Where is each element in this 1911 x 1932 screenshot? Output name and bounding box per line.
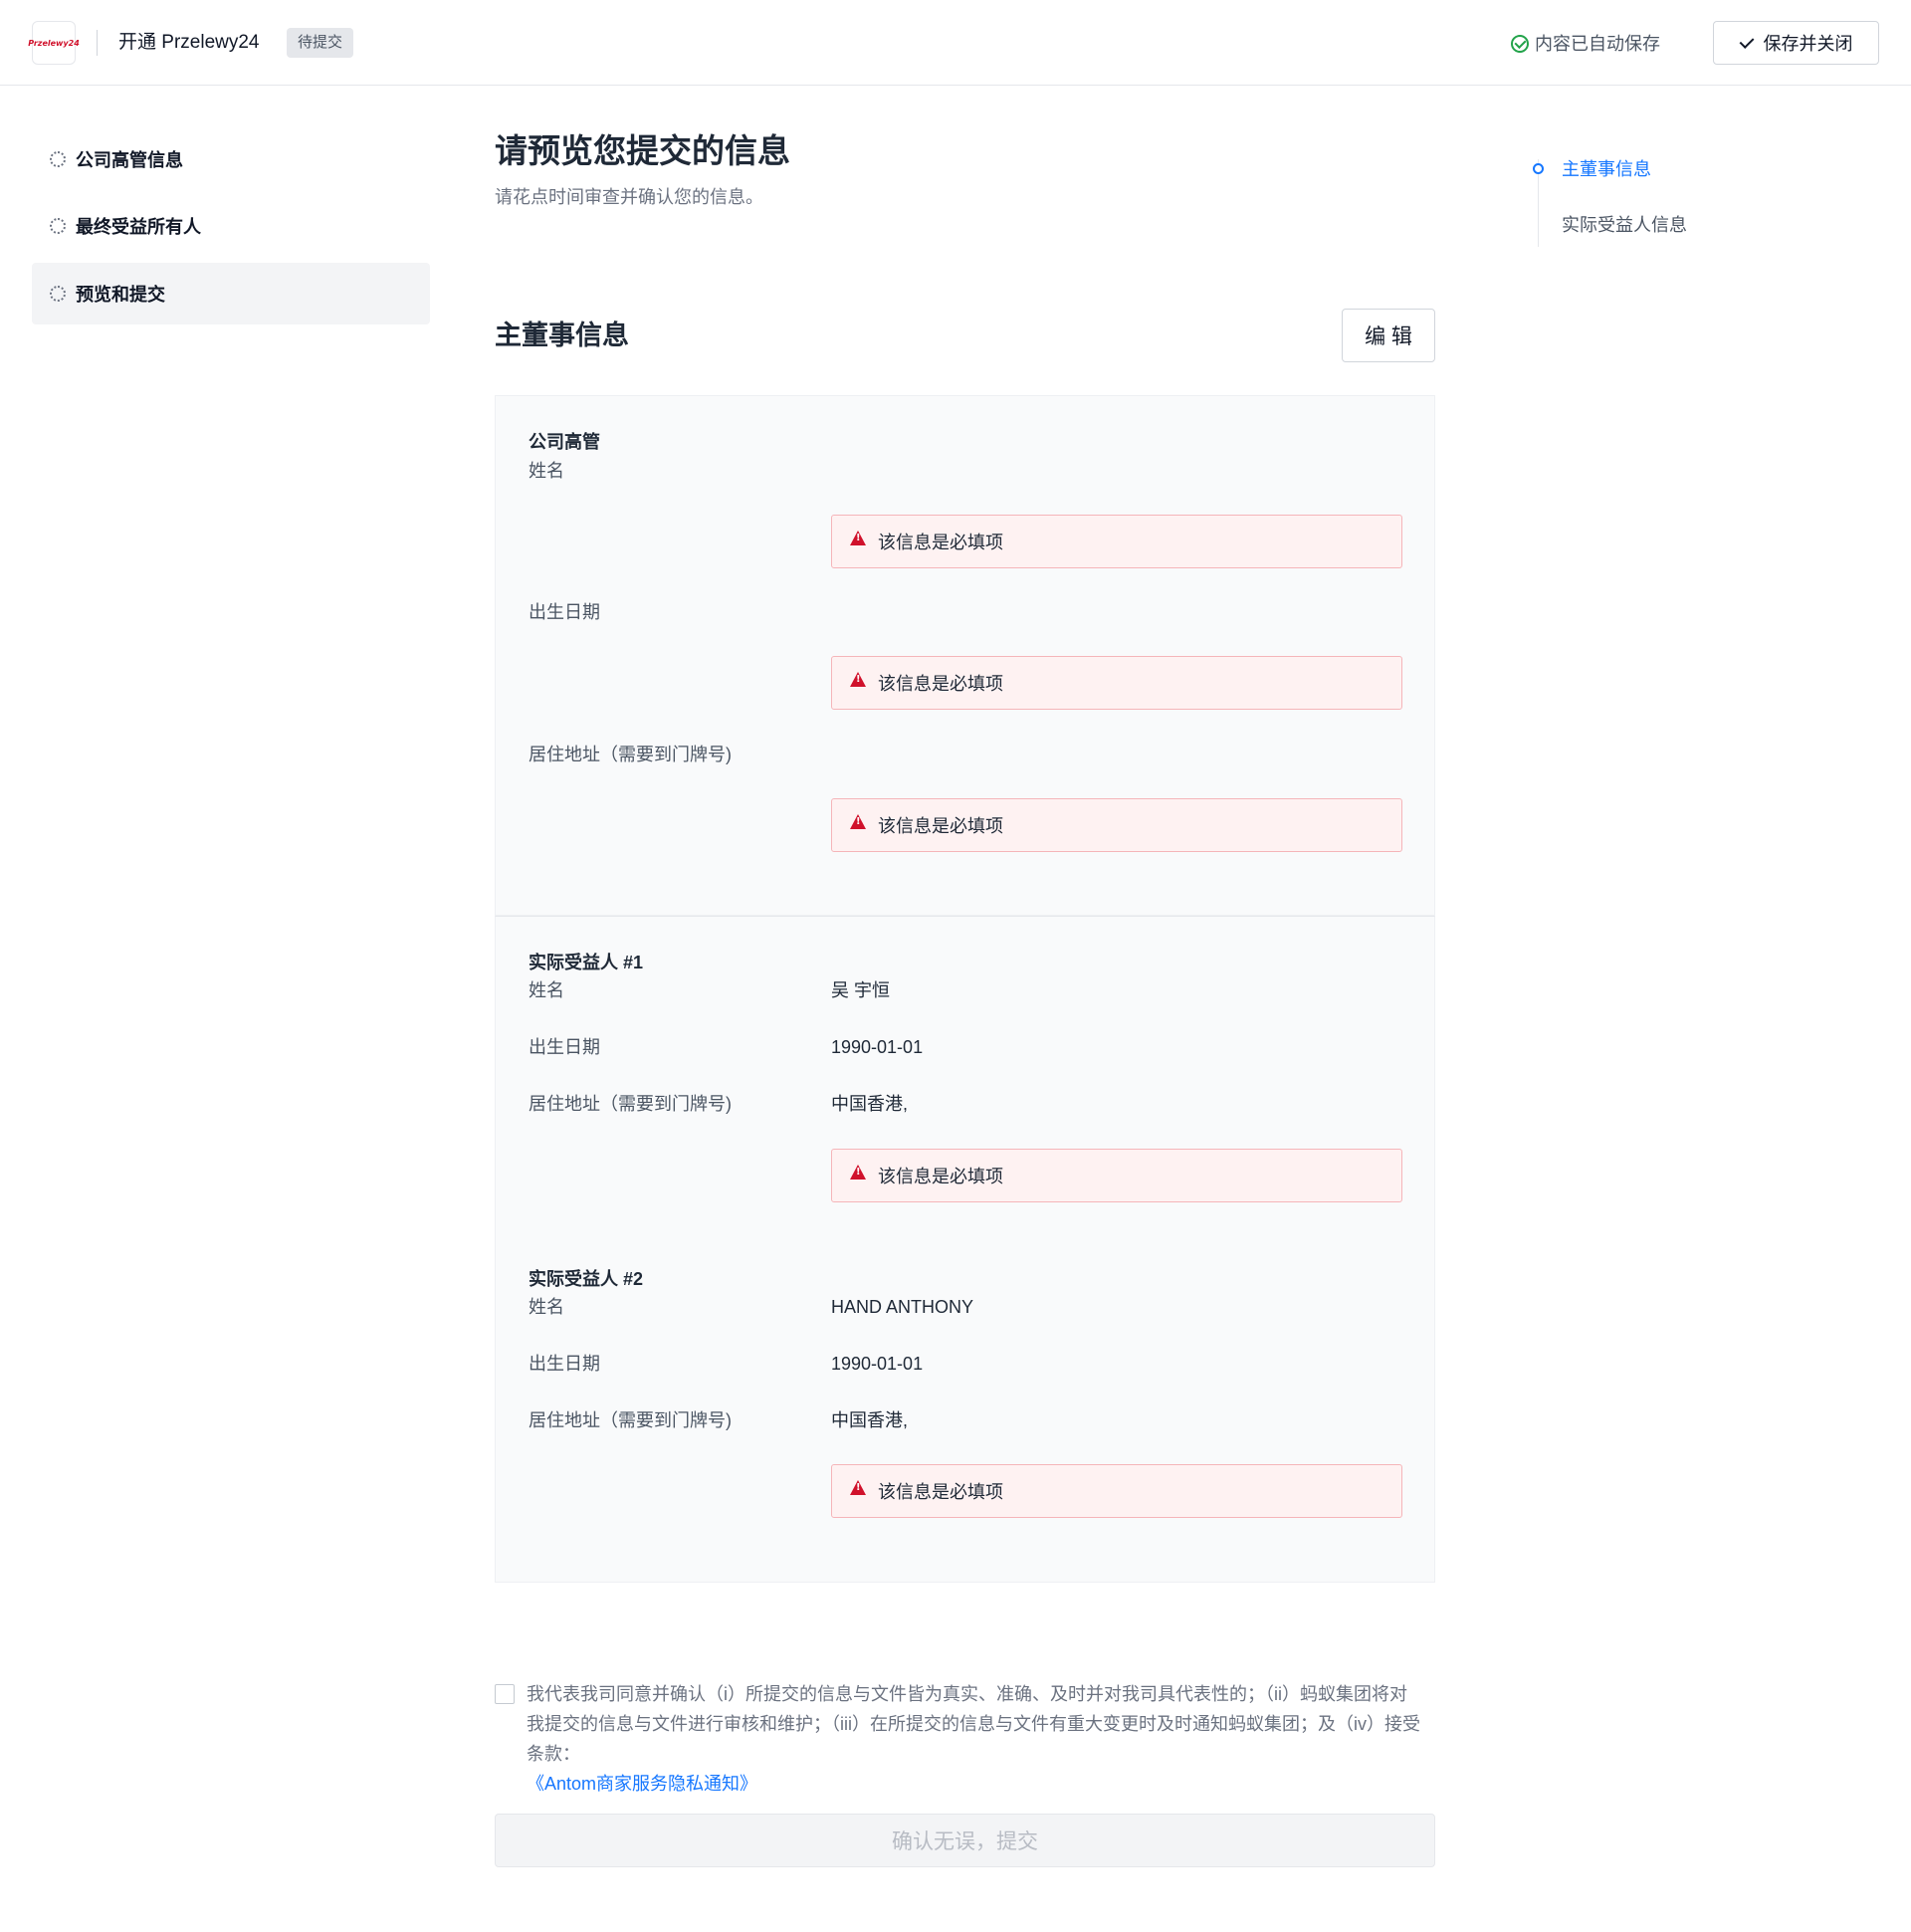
sidebar-item-label: 最终受益所有人 bbox=[76, 217, 201, 237]
name-label: 姓名 bbox=[529, 1297, 564, 1317]
address-value: 中国香港, bbox=[831, 1410, 909, 1430]
error-text: 该信息是必填项 bbox=[878, 1167, 1003, 1186]
top-header: Przelewy24 开通 Przelewy24 待提交 内容已自动保存 保存并… bbox=[0, 0, 1911, 86]
status-badge: 待提交 bbox=[287, 28, 354, 58]
name-label: 姓名 bbox=[529, 461, 564, 481]
submit-button[interactable]: 确认无误，提交 bbox=[495, 1814, 1435, 1867]
error-text: 该信息是必填项 bbox=[878, 533, 1003, 552]
group-title: 实际受益人 #1 bbox=[529, 953, 644, 972]
agreement-checkbox[interactable] bbox=[495, 1684, 515, 1704]
warning-icon bbox=[850, 1479, 866, 1495]
warning-icon bbox=[850, 1164, 866, 1180]
address-label: 居住地址（需要到门牌号) bbox=[529, 745, 732, 764]
warning-icon bbox=[850, 671, 866, 687]
dob-label: 出生日期 bbox=[529, 602, 600, 622]
agreement-text: 我代表我司同意并确认（i）所提交的信息与文件皆为真实、准确、及时并对我司具代表性… bbox=[527, 1684, 1420, 1764]
beneficial-owners-panel: 实际受益人 #1 姓名 吴 宇恒 出生日期 1990-01-01 居住地址（需要… bbox=[495, 916, 1435, 1583]
required-error: 该信息是必填项 bbox=[831, 798, 1402, 852]
dob-label: 出生日期 bbox=[529, 1037, 600, 1057]
required-error: 该信息是必填项 bbox=[831, 656, 1402, 710]
dob-label: 出生日期 bbox=[529, 1354, 600, 1374]
error-text: 该信息是必填项 bbox=[878, 1482, 1003, 1502]
header-divider bbox=[97, 30, 98, 56]
sidebar-item-label: 公司高管信息 bbox=[76, 150, 183, 170]
address-label: 居住地址（需要到门牌号) bbox=[529, 1094, 732, 1114]
sidebar-item-beneficial-owners[interactable]: 最终受益所有人 bbox=[32, 195, 430, 257]
group-title: 公司高管 bbox=[529, 432, 600, 452]
sidebar-item-preview-submit[interactable]: 预览和提交 bbox=[32, 263, 430, 324]
app-logo: Przelewy24 bbox=[28, 21, 80, 65]
anchor-link-beneficial-owners[interactable]: 实际受益人信息 bbox=[1562, 212, 1687, 238]
autosave-indicator: 内容已自动保存 bbox=[1511, 30, 1660, 58]
save-and-close-button[interactable]: 保存并关闭 bbox=[1713, 21, 1879, 65]
group-title: 实际受益人 #2 bbox=[529, 1269, 644, 1289]
pending-step-icon bbox=[50, 286, 66, 302]
dob-value: 1990-01-01 bbox=[831, 1354, 924, 1374]
page-subtitle: 请花点时间审查并确认您的信息。 bbox=[495, 187, 763, 207]
address-value: 中国香港, bbox=[831, 1094, 909, 1114]
warning-icon bbox=[850, 530, 866, 545]
check-icon bbox=[1740, 38, 1754, 48]
page-title: 请预览您提交的信息 bbox=[495, 132, 790, 169]
save-and-close-label: 保存并关闭 bbox=[1763, 34, 1853, 54]
sidebar-item-executives[interactable]: 公司高管信息 bbox=[32, 128, 430, 190]
name-label: 姓名 bbox=[529, 980, 564, 1000]
error-text: 该信息是必填项 bbox=[878, 674, 1003, 694]
dob-value: 1990-01-01 bbox=[831, 1037, 924, 1057]
executive-panel: 公司高管 姓名 该信息是必填项 出生日期 该信息是必填项 居住地址（需要到门牌号… bbox=[495, 395, 1435, 916]
anchor-active-dot bbox=[1533, 163, 1544, 174]
name-value: HAND ANTHONY bbox=[831, 1297, 974, 1317]
warning-icon bbox=[850, 813, 866, 829]
logo-text: Przelewy24 bbox=[28, 38, 80, 48]
pending-step-icon bbox=[50, 151, 66, 167]
error-text: 该信息是必填项 bbox=[878, 816, 1003, 836]
address-label: 居住地址（需要到门牌号) bbox=[529, 1410, 732, 1430]
required-error: 该信息是必填项 bbox=[831, 515, 1402, 568]
autosave-text: 内容已自动保存 bbox=[1535, 34, 1660, 54]
anchor-link-directors[interactable]: 主董事信息 bbox=[1562, 156, 1651, 182]
edit-button[interactable]: 编 辑 bbox=[1342, 309, 1435, 362]
required-error: 该信息是必填项 bbox=[831, 1464, 1402, 1518]
pending-step-icon bbox=[50, 218, 66, 234]
check-circle-icon bbox=[1511, 35, 1529, 53]
section-title: 主董事信息 bbox=[495, 321, 629, 350]
name-value: 吴 宇恒 bbox=[831, 980, 891, 1000]
app-title: 开通 Przelewy24 bbox=[118, 32, 260, 53]
sidebar-item-label: 预览和提交 bbox=[76, 285, 165, 305]
required-error: 该信息是必填项 bbox=[831, 1149, 1402, 1202]
privacy-notice-link[interactable]: 《Antom商家服务隐私通知》 bbox=[527, 1769, 757, 1799]
